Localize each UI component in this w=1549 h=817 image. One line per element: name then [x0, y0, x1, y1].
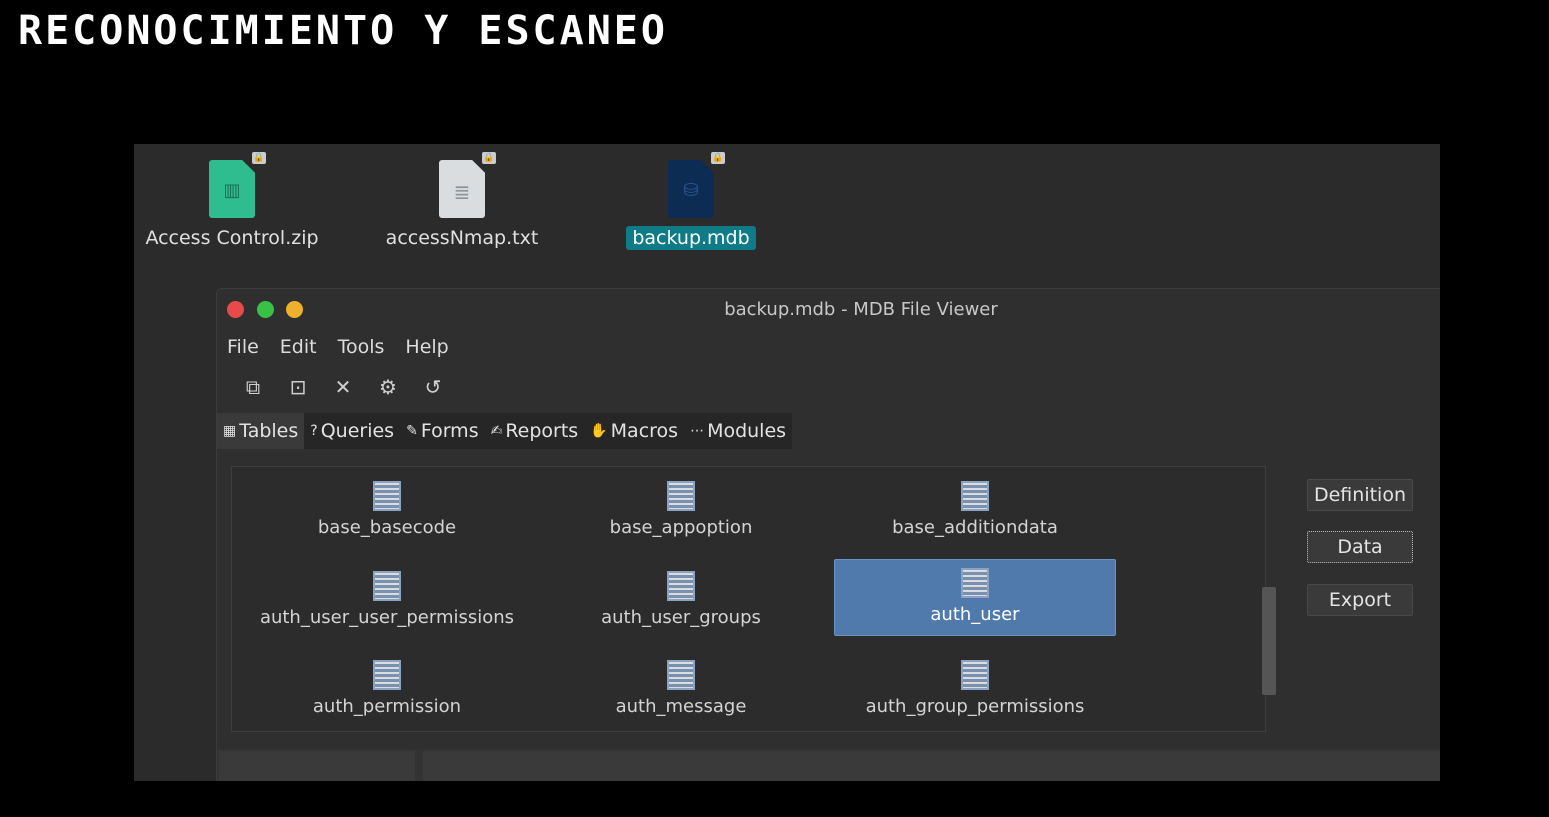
table-item-selected[interactable]: auth_user: [834, 559, 1116, 636]
table-icon: [961, 660, 989, 690]
table-item[interactable]: auth_user_groups: [540, 563, 822, 640]
table-name: base_additiondata: [892, 517, 1058, 538]
table-name: auth_user: [930, 604, 1020, 625]
tab-queries[interactable]: ? Queries: [304, 413, 400, 449]
tab-reports[interactable]: ✍ Reports: [485, 413, 585, 449]
desktop: ▥ 🔒 Access Control.zip ≣ 🔒 accessNmap.tx…: [134, 144, 1440, 781]
macro-icon: ✋: [590, 423, 608, 439]
table-name: auth_group_permissions: [865, 696, 1085, 717]
status-cell-left: [219, 751, 415, 781]
file-access-nmap-txt[interactable]: ≣ 🔒 accessNmap.txt: [367, 152, 557, 250]
settings-icon[interactable]: ⚙: [376, 375, 400, 399]
table-item[interactable]: auth_group_permissions: [834, 652, 1116, 729]
mdb-viewer-window: backup.mdb - MDB File Viewer File Edit T…: [216, 288, 1440, 781]
file-name: accessNmap.txt: [385, 227, 539, 249]
status-bar: [217, 749, 1440, 781]
file-name: Access Control.zip: [145, 227, 319, 249]
table-name: auth_message: [615, 696, 747, 717]
report-icon: ✍: [490, 423, 503, 439]
table-name: auth_user_user_permissions: [259, 607, 515, 628]
table-icon: [667, 660, 695, 690]
text-file-icon: ≣ 🔒: [438, 152, 496, 220]
tab-label: Reports: [505, 420, 579, 442]
table-icon: [373, 481, 401, 511]
copy-icon[interactable]: ⧉: [241, 375, 265, 399]
question-icon: ?: [310, 423, 318, 439]
lock-icon: 🔒: [252, 152, 266, 164]
title-bar: backup.mdb - MDB File Viewer: [217, 289, 1440, 329]
table-item[interactable]: base_additiondata: [834, 473, 1116, 550]
form-icon: ✎: [406, 423, 418, 439]
tab-modules[interactable]: ⋯ Modules: [684, 413, 792, 449]
menu-edit[interactable]: Edit: [280, 336, 317, 358]
zip-file-icon: ▥ 🔒: [208, 152, 266, 220]
lock-icon: 🔒: [482, 152, 496, 164]
table-icon: [667, 481, 695, 511]
tab-macros[interactable]: ✋ Macros: [584, 413, 684, 449]
scrollbar[interactable]: [1262, 587, 1276, 695]
tab-forms[interactable]: ✎ Forms: [400, 413, 485, 449]
file-name: backup.mdb: [626, 226, 756, 250]
table-item[interactable]: base_appoption: [540, 473, 822, 550]
status-cell-right: [423, 751, 1440, 781]
menu-tools[interactable]: Tools: [338, 336, 385, 358]
table-icon: [961, 568, 989, 598]
table-item[interactable]: auth_user_user_permissions: [246, 563, 528, 640]
preview-icon[interactable]: ⊡: [286, 375, 310, 399]
toolbar: ⧉ ⊡ ✕ ⚙ ↺: [217, 365, 1440, 409]
menu-help[interactable]: Help: [405, 336, 448, 358]
table-name: base_basecode: [317, 517, 457, 538]
tab-label: Forms: [420, 420, 479, 442]
export-button[interactable]: Export: [1307, 584, 1413, 616]
slide-title: RECONOCIMIENTO Y ESCANEO: [18, 8, 668, 54]
table-name: auth_user_groups: [601, 607, 761, 628]
table-icon: [373, 660, 401, 690]
file-access-control-zip[interactable]: ▥ 🔒 Access Control.zip: [137, 152, 327, 250]
table-icon: [667, 571, 695, 601]
table-item[interactable]: auth_message: [540, 652, 822, 729]
tab-label: Queries: [320, 420, 395, 442]
lock-icon: 🔒: [711, 152, 725, 164]
close-icon[interactable]: ✕: [331, 375, 355, 399]
menu-file[interactable]: File: [227, 336, 259, 358]
table-icon: [961, 481, 989, 511]
database-file-icon: ⛁ 🔒: [667, 152, 725, 220]
data-button[interactable]: Data: [1307, 531, 1413, 563]
menu-bar: File Edit Tools Help: [217, 329, 1440, 365]
table-item[interactable]: base_basecode: [246, 473, 528, 550]
file-backup-mdb[interactable]: ⛁ 🔒 backup.mdb: [596, 152, 786, 250]
undo-icon[interactable]: ↺: [421, 375, 445, 399]
window-title: backup.mdb - MDB File Viewer: [724, 299, 998, 320]
tab-label: Macros: [610, 420, 679, 442]
tab-label: Modules: [707, 420, 787, 442]
object-tabs: ▦ Tables ? Queries ✎ Forms ✍ Reports ✋ M…: [217, 413, 793, 449]
tab-label: Tables: [239, 420, 299, 442]
definition-button[interactable]: Definition: [1307, 479, 1413, 511]
table-icon: ▦: [223, 423, 237, 439]
table-name: auth_permission: [312, 696, 462, 717]
table-icon: [373, 571, 401, 601]
tables-list: base_basecode base_appoption base_additi…: [231, 466, 1276, 732]
table-item[interactable]: auth_permission: [246, 652, 528, 729]
tab-tables[interactable]: ▦ Tables: [217, 413, 305, 449]
module-icon: ⋯: [690, 423, 705, 439]
table-name: base_appoption: [609, 517, 753, 538]
